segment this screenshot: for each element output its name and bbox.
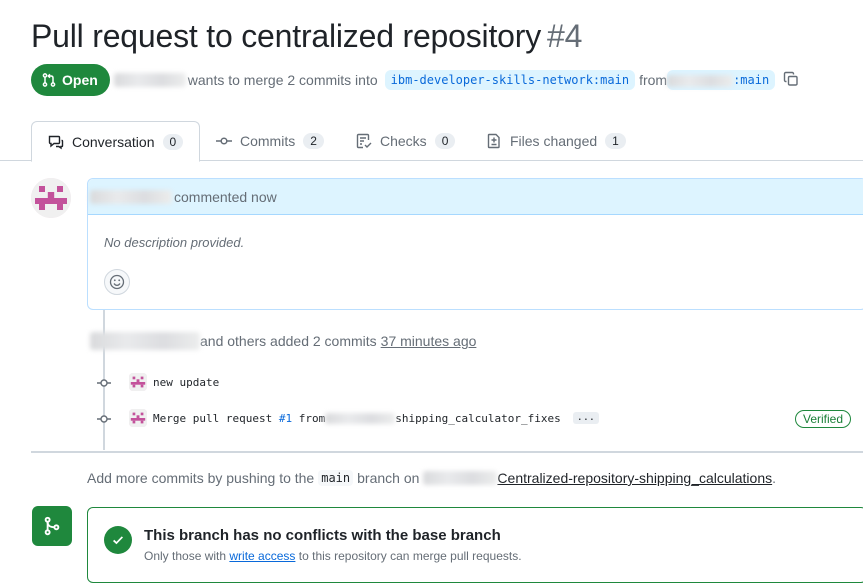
comment-timestamp: commented now: [174, 188, 277, 205]
tab-count: 0: [162, 133, 184, 150]
push-hint-prefix: Add more commits by pushing to the: [87, 470, 315, 486]
pr-title: Pull request to centralized repository: [31, 18, 541, 54]
tab-label: Commits: [240, 133, 296, 149]
status-badge: Open: [31, 64, 110, 96]
merge-status-icon: [32, 506, 72, 546]
merge-status-title: This branch has no conflicts with the ba…: [144, 527, 501, 544]
pr-tabs: Conversation 0 Commits 2 Checks 0 Files …: [0, 121, 863, 162]
branch-code: main: [318, 470, 354, 486]
avatar[interactable]: [31, 178, 71, 218]
file-diff-icon: [487, 133, 500, 149]
head-branch[interactable]: :main: [667, 70, 776, 90]
pr-number: #4: [547, 18, 583, 54]
tab-count: 2: [303, 133, 324, 149]
page-title: Pull request to centralized repository #4: [31, 18, 582, 55]
tab-label: Files changed: [510, 133, 598, 149]
push-hint-middle: branch on: [357, 470, 420, 486]
commit-item: new update: [129, 373, 219, 391]
git-pull-request-icon: [42, 73, 56, 87]
comment-body: No description provided.: [104, 235, 245, 250]
commits-timestamp[interactable]: 37 minutes ago: [381, 333, 477, 349]
write-access-link[interactable]: write access: [229, 549, 295, 563]
tab-checks[interactable]: Checks 0: [356, 121, 456, 161]
commit-message-prefix: Merge pull request: [153, 411, 273, 425]
author-name-redacted[interactable]: [113, 73, 186, 87]
verified-badge[interactable]: Verified: [795, 410, 852, 428]
commit-icon: [216, 137, 232, 145]
expand-commit-button[interactable]: ...: [572, 412, 599, 424]
base-branch[interactable]: ibm-developer-skills-network:main: [384, 70, 636, 90]
check-circle-icon: [104, 526, 132, 554]
push-hint-suffix: .: [772, 470, 777, 486]
tab-label: Conversation: [72, 133, 155, 150]
commit-message[interactable]: Merge pull request #1 from shipping_calcu…: [153, 412, 561, 425]
head-branch-suffix: :main: [733, 73, 770, 87]
pr-link[interactable]: #1: [279, 412, 292, 425]
merge-sub-prefix: Only those with: [144, 549, 227, 563]
comment-icon: [48, 135, 64, 149]
copy-icon[interactable]: [783, 71, 799, 90]
commit-from-text: from: [298, 411, 326, 425]
added-text: and others added 2 commits: [200, 333, 377, 349]
tab-conversation[interactable]: Conversation 0: [31, 121, 201, 162]
from-text: from: [639, 72, 668, 88]
commit-message[interactable]: new update: [153, 376, 219, 389]
commits-added-event: and others added 2 commits 37 minutes ag…: [90, 332, 476, 350]
pr-meta: Open wants to merge 2 commits into ibm-d…: [31, 64, 799, 96]
tab-count: 1: [605, 133, 626, 149]
comment-header: commented now: [88, 179, 863, 215]
add-reaction-button[interactable]: [104, 269, 130, 295]
smiley-icon: [109, 274, 125, 290]
committer-avatars-redacted[interactable]: [90, 332, 200, 350]
tab-files-changed[interactable]: Files changed 1: [486, 121, 626, 161]
commit-item: Merge pull request #1 from shipping_calcu…: [129, 409, 599, 427]
repo-owner-redacted: [423, 471, 498, 485]
branch-owner-redacted: [325, 413, 396, 424]
tab-count: 0: [434, 133, 456, 149]
commit-icon: [97, 379, 111, 387]
status-label: Open: [62, 72, 98, 88]
tab-label: Checks: [380, 133, 427, 149]
commenter-name-redacted[interactable]: [90, 189, 172, 204]
git-merge-icon: [44, 516, 60, 536]
commit-branch-suffix: shipping_calculator_fixes: [395, 411, 561, 425]
repo-link[interactable]: Centralized-repository-shipping_calculat…: [497, 470, 772, 486]
merge-sub-suffix: to this repository can merge pull reques…: [298, 549, 522, 563]
push-hint: Add more commits by pushing to the main …: [87, 470, 776, 486]
commit-author-avatar[interactable]: [129, 373, 147, 391]
merge-text: wants to merge 2 commits into: [187, 72, 378, 88]
merge-status-card: This branch has no conflicts with the ba…: [87, 507, 863, 583]
comment-card: commented now No description provided.: [87, 178, 863, 310]
merge-status-subtitle: Only those with write access to this rep…: [144, 549, 522, 563]
timeline-divider: [31, 451, 863, 453]
commit-icon: [97, 415, 111, 423]
checks-icon: [356, 133, 372, 149]
commit-author-avatar[interactable]: [129, 409, 147, 427]
tab-commits[interactable]: Commits 2: [216, 121, 324, 161]
